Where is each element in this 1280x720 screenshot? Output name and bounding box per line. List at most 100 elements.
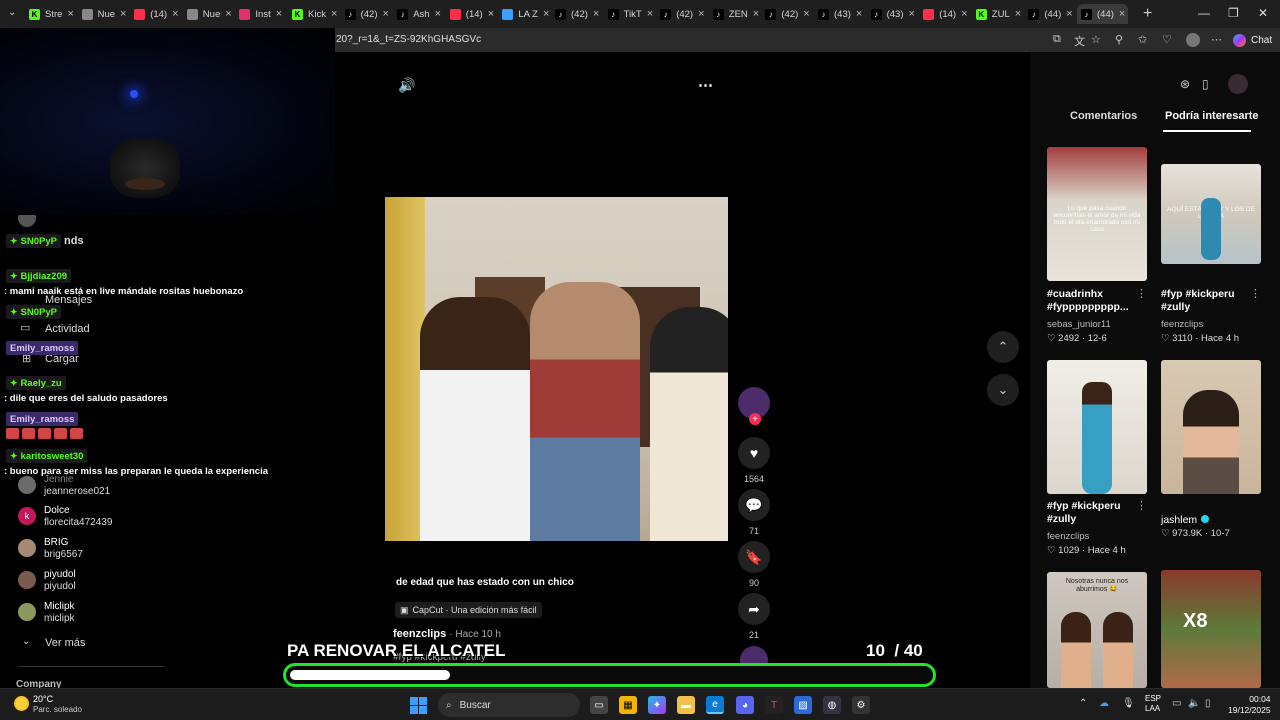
browser-tab[interactable]: Nue × (183, 4, 234, 24)
close-tab-icon[interactable]: × (961, 8, 967, 20)
close-tab-icon[interactable]: × (488, 8, 494, 20)
discover-icon[interactable]: ⊛ (1180, 77, 1190, 91)
share-button[interactable]: ➦ (738, 593, 770, 625)
volume-icon[interactable]: 🔊 (398, 77, 415, 94)
capcut-badge[interactable]: ▣ CapCut · Una edición más fácil (395, 602, 542, 618)
browser-essentials-icon[interactable]: ♡ (1162, 33, 1172, 46)
close-tab-icon[interactable]: × (172, 8, 178, 20)
close-tab-icon[interactable]: × (120, 8, 126, 20)
close-window-icon[interactable]: ✕ (1258, 6, 1268, 20)
author-name[interactable]: feenzclips (393, 628, 446, 640)
follow-plus-icon[interactable]: + (749, 413, 761, 425)
copilot-app-icon[interactable]: ✦ (648, 696, 666, 714)
close-tab-icon[interactable]: × (856, 8, 862, 20)
browser-tab[interactable]: K Kick × (288, 4, 339, 24)
sidebar-friends[interactable]: nds (64, 235, 84, 247)
start-button[interactable] (410, 697, 427, 714)
browser-tab[interactable]: ♪ TikT × (604, 4, 655, 24)
taskbar-search[interactable]: ⌕ Buscar (438, 693, 580, 717)
close-tab-icon[interactable]: × (1066, 8, 1072, 20)
browser-tab[interactable]: Inst × (235, 4, 286, 24)
recommended-video-card[interactable]: jashlem ♡ 973.9K · 10-7 (1161, 360, 1263, 550)
recommended-video-card[interactable]: Lo que pasa cuando encuentras el amor de… (1047, 147, 1149, 347)
extensions-icon[interactable]: ⚲ (1115, 33, 1123, 46)
maximize-icon[interactable]: ❐ (1228, 6, 1239, 20)
microphone-icon[interactable]: 🎙 (1122, 698, 1135, 709)
close-tab-icon[interactable]: × (698, 8, 704, 20)
sidebar-item-actividad[interactable]: Actividad (45, 323, 90, 335)
tab-comentarios[interactable]: Comentarios (1070, 110, 1137, 122)
footer-company[interactable]: Company (16, 679, 62, 688)
device-icon[interactable]: ▯ (1202, 77, 1209, 91)
more-options-icon[interactable]: ⋮ (1136, 287, 1147, 300)
browser-tab[interactable]: ♪ (44) × (1077, 4, 1128, 24)
browser-tab[interactable]: ♪ Ash × (393, 4, 444, 24)
close-tab-icon[interactable]: × (803, 8, 809, 20)
edge-browser-icon[interactable]: e (706, 696, 724, 714)
close-tab-icon[interactable]: × (753, 8, 759, 20)
browser-tab[interactable]: ♪ (42) × (341, 4, 392, 24)
photos-icon[interactable]: ▨ (794, 696, 812, 714)
network-icon[interactable]: ▭ (1172, 698, 1181, 709)
close-tab-icon[interactable]: × (331, 8, 337, 20)
task-view-icon[interactable]: ▭ (590, 696, 608, 714)
profile-avatar[interactable] (1186, 33, 1200, 47)
system-clock[interactable]: 00:04 19/12/2025 (1228, 694, 1271, 716)
close-tab-icon[interactable]: × (909, 8, 915, 20)
close-tab-icon[interactable]: × (67, 8, 73, 20)
favorite-star-icon[interactable]: ☆ (1091, 33, 1101, 46)
battery-icon[interactable]: ▯ (1205, 698, 1211, 709)
video-frame[interactable] (385, 197, 728, 541)
profile-avatar[interactable] (1228, 74, 1248, 94)
language-indicator[interactable]: ESP LAA (1145, 694, 1161, 714)
close-tab-icon[interactable]: × (543, 8, 549, 20)
like-button[interactable]: ♥ (738, 437, 770, 469)
more-options-icon[interactable]: ⋮ (1250, 287, 1261, 300)
new-tab-button[interactable]: + (1143, 5, 1152, 23)
close-tab-icon[interactable]: × (647, 8, 653, 20)
save-button[interactable]: 🔖 (738, 541, 770, 573)
browser-tab[interactable]: ♪ (42) × (761, 4, 812, 24)
comment-button[interactable]: 💬 (738, 489, 770, 521)
more-menu-icon[interactable]: ⋯ (1211, 33, 1222, 46)
close-tab-icon[interactable]: × (593, 8, 599, 20)
recommended-video-card[interactable]: #fyp #kickperu #zully ⋮ feenzclips ♡ 102… (1047, 360, 1149, 560)
close-tab-icon[interactable]: × (225, 8, 231, 20)
close-tab-icon[interactable]: × (1015, 8, 1021, 20)
browser-tab[interactable]: ♪ (42) × (656, 4, 707, 24)
following-item[interactable]: BRIG brig6567 (18, 537, 218, 563)
recommended-video-card[interactable]: AQUÍ ESTÁ ZULLY Y LOS DE LA TUYA #fyp #k… (1161, 164, 1263, 354)
following-item[interactable]: Jennie jeannerose021 (18, 474, 218, 500)
video-thumbnail[interactable]: X8 (1161, 570, 1261, 688)
previous-video-button[interactable]: ⌃ (987, 331, 1019, 363)
tray-chevron-icon[interactable]: ⌃ (1079, 698, 1087, 709)
recommended-video-card[interactable]: X8 (1161, 570, 1263, 688)
browser-tab[interactable]: ♪ (43) × (814, 4, 865, 24)
video-thumbnail[interactable]: Lo que pasa cuando encuentras el amor de… (1047, 147, 1147, 281)
video-thumbnail[interactable]: AQUÍ ESTÁ ZULLY Y LOS DE LA TUYA (1161, 164, 1261, 264)
file-explorer-icon[interactable]: ▬ (677, 696, 695, 714)
close-tab-icon[interactable]: × (276, 8, 282, 20)
see-more-button[interactable]: Ver más (45, 637, 85, 649)
video-thumbnail[interactable] (1047, 360, 1147, 494)
following-item[interactable]: piyudol piyudol (18, 569, 218, 595)
volume-icon[interactable]: 🔈 (1188, 698, 1200, 709)
settings-icon[interactable]: ⚙ (852, 696, 870, 714)
close-tab-icon[interactable]: × (383, 8, 389, 20)
recommended-video-card[interactable]: Nosotras nunca nos aburrimos 😂 (1047, 572, 1149, 688)
tab-actions-icon[interactable]: ⌄ (8, 7, 16, 18)
onedrive-icon[interactable]: ☁ (1099, 698, 1109, 709)
close-tab-icon[interactable]: × (435, 8, 441, 20)
browser-tab[interactable]: ♪ (44) × (1024, 4, 1075, 24)
app-icon[interactable]: ◍ (823, 696, 841, 714)
video-thumbnail[interactable]: Nosotras nunca nos aburrimos 😂 (1047, 572, 1147, 688)
close-tab-icon[interactable]: × (1119, 8, 1125, 20)
discord-icon[interactable]: ◕ (736, 696, 754, 714)
browser-tab[interactable]: (14) × (130, 4, 181, 24)
url-field[interactable]: 20?_r=1&_t=ZS-92KhGHASGVc (336, 34, 481, 45)
copilot-chat-button[interactable]: Chat (1233, 31, 1272, 49)
browser-tab[interactable]: K Stre × (25, 4, 76, 24)
browser-tab[interactable]: (14) × (919, 4, 970, 24)
more-options-icon[interactable]: ⋯ (698, 76, 713, 94)
following-item[interactable]: Miclipk miclipk (18, 601, 218, 627)
